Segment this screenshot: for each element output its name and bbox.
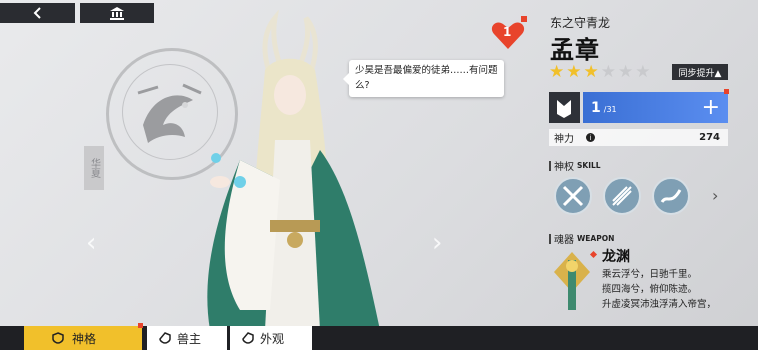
speech-bubble: 少昊是吾最偏爱的徒弟……有问题么? <box>343 60 504 97</box>
tab-beast-master[interactable]: 兽主 <box>147 326 227 350</box>
skills-title-en: SKILL <box>577 161 601 170</box>
spears-icon <box>612 186 632 206</box>
weapon-title-en: WEAPON <box>577 234 615 243</box>
skill-next-arrow-icon[interactable]: › <box>712 186 718 205</box>
tab-alert-dot <box>138 323 143 328</box>
shield-icon <box>242 332 254 344</box>
tab-label: 外观 <box>260 331 285 346</box>
weapon-title: 魂器 <box>554 235 574 246</box>
shield-icon <box>159 332 171 344</box>
character-portrait <box>207 10 380 330</box>
weapon-desc-line: 乘云浮兮，日驰千里。 <box>602 269 698 280</box>
back-arrow-icon <box>33 7 41 19</box>
level-up-button[interactable]: + <box>702 95 720 120</box>
level-current: 1 <box>591 99 601 116</box>
power-value: 274 <box>699 132 720 143</box>
skill-1-button[interactable] <box>554 177 592 215</box>
power-row: 神力 i 274 <box>549 129 728 146</box>
hero-subtitle: 东之守青龙 <box>550 16 611 30</box>
level-alert-dot <box>724 89 729 94</box>
back-button[interactable] <box>0 3 75 23</box>
star-empty-icon: ★ <box>600 62 616 82</box>
weapon-desc-line: 升虚凌冥沛浊浮清入帝宫， <box>602 299 717 310</box>
sync-upgrade-button[interactable]: 同步提升▲ <box>672 64 728 80</box>
info-icon[interactable]: i <box>586 133 595 142</box>
weapon-desc-line: 揽四海兮，俯仰陈迹。 <box>602 284 698 295</box>
crossed-swords-icon <box>562 185 584 207</box>
next-character-arrow-icon[interactable]: › <box>432 228 442 258</box>
star-filled-icon: ★ <box>583 62 599 82</box>
skills-title: 神权 <box>554 162 574 173</box>
alert-dot <box>521 16 527 22</box>
level-icon <box>549 92 580 123</box>
tab-label: 神格 <box>72 331 97 346</box>
rank-badge-icon <box>557 100 571 118</box>
skill-2-button[interactable] <box>603 177 641 215</box>
seal-stamp: 华夏 <box>84 146 104 190</box>
star-filled-icon: ★ <box>549 62 565 82</box>
section-bar <box>549 160 551 171</box>
star-empty-icon: ★ <box>635 62 651 82</box>
tab-appearance[interactable]: 外观 <box>230 326 312 350</box>
tab-divinity[interactable]: 神格 <box>24 326 142 350</box>
level-max: /31 <box>603 105 617 114</box>
weapon-name: 龙渊 <box>602 249 630 265</box>
star-rating: ★ ★ ★ ★ ★ ★ <box>549 64 651 81</box>
tab-label: 兽主 <box>177 331 202 346</box>
skill-3-button[interactable] <box>652 177 690 215</box>
level-bar: 1 /31 + <box>583 92 728 123</box>
weapon-header: 魂器 WEAPON <box>549 231 614 246</box>
temple-icon <box>110 7 124 20</box>
power-label: 神力 <box>554 134 574 145</box>
wave-dragon-icon <box>660 189 682 203</box>
star-empty-icon: ★ <box>618 62 634 82</box>
star-filled-icon: ★ <box>566 62 582 82</box>
weapon-description: 乘云浮兮，日驰千里。 揽四海兮，俯仰陈迹。 升虚凌冥沛浊浮清入帝宫， <box>602 267 716 312</box>
weapon-icon[interactable] <box>552 250 592 316</box>
affection-count: 1 <box>503 25 512 39</box>
skills-header: 神权 SKILL <box>549 158 601 173</box>
hero-name: 孟章 <box>550 36 600 64</box>
section-bar <box>549 233 551 244</box>
home-button[interactable] <box>80 3 154 23</box>
shield-icon <box>52 332 64 344</box>
prev-character-arrow-icon[interactable]: ‹ <box>86 228 96 258</box>
